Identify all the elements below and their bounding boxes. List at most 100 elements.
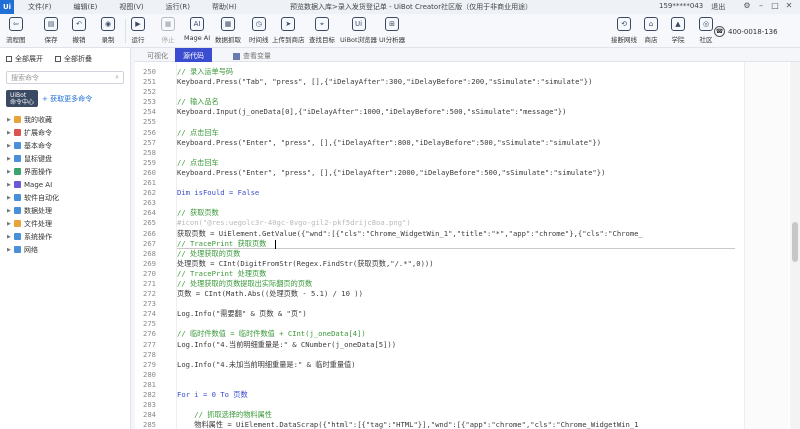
chevron-right-icon[interactable]: ▶ xyxy=(7,195,13,201)
tree-item[interactable]: ▶ 基本命令 xyxy=(0,139,130,152)
tree-item[interactable]: ▶ 扩展命令 xyxy=(0,126,130,139)
store-button[interactable]: ⌂ 商店 xyxy=(644,17,658,44)
code-line[interactable]: 281 xyxy=(135,380,735,390)
scroll-thumb[interactable] xyxy=(792,222,798,262)
save-button[interactable]: ▤ 保存 xyxy=(44,17,58,44)
find-target-button[interactable]: ⌖ 查找目标 xyxy=(309,17,335,44)
code-line[interactable]: 283 xyxy=(135,400,735,410)
code-line[interactable]: 261 xyxy=(135,178,735,188)
menu-view[interactable]: 视图(V) xyxy=(119,2,143,12)
chevron-right-icon[interactable]: ▶ xyxy=(7,247,13,253)
undo-button[interactable]: ↶ 撤销 xyxy=(72,17,86,44)
code-line[interactable]: 257 Keyboard.Press("Enter", "press", [],{… xyxy=(135,138,735,148)
code-line[interactable]: 263 xyxy=(135,198,735,208)
minimize-icon[interactable]: – xyxy=(754,1,768,10)
code-line[interactable]: 279 Log.Info("4.未加当前明细重量是:" & 临时重量值) xyxy=(135,360,735,370)
user-id[interactable]: 159*****043 xyxy=(659,2,703,12)
code-editor[interactable]: 250 // 录入运单号码 251 Keyboard.Press("Tab", "pr… xyxy=(135,62,800,429)
logout-link[interactable]: 退出 xyxy=(711,2,725,12)
code-line[interactable]: 252 xyxy=(135,87,735,97)
code-line[interactable]: 275 xyxy=(135,319,735,329)
tree-item[interactable]: ▶ 界面操作 xyxy=(0,165,130,178)
tab-visual[interactable]: 可视化 xyxy=(147,51,168,61)
command-center-button[interactable]: UiBot 命令中心 xyxy=(6,90,39,107)
tree-item[interactable]: ▶ 文件处理 xyxy=(0,217,130,230)
search-input[interactable]: 搜索命令 ⌕ xyxy=(6,71,124,84)
code-line[interactable]: 260 Keyboard.Press("Enter", "press", [],{… xyxy=(135,168,735,178)
chevron-right-icon[interactable]: ▶ xyxy=(7,156,13,162)
community-button[interactable]: ◎ 社区 xyxy=(699,17,713,44)
code-line[interactable]: 282 For i = 0 To 页数 xyxy=(135,390,735,400)
code-line[interactable]: 264 // 获取页数 xyxy=(135,208,735,218)
tab-source[interactable]: 源代码 xyxy=(175,48,212,62)
vertical-scrollbar[interactable] xyxy=(790,62,800,429)
chevron-right-icon[interactable]: ▶ xyxy=(7,130,13,136)
code-line[interactable]: 268 // 处理获取的页数 xyxy=(135,249,735,259)
tree-item[interactable]: ▶ Mage AI xyxy=(0,178,130,191)
code-line[interactable]: 269 处理页数 = CInt(DigitFromStr(Regex.FindSt… xyxy=(135,259,735,269)
get-more-commands-link[interactable]: + 获取更多命令 xyxy=(42,94,92,104)
code-line[interactable]: 251 Keyboard.Press("Tab", "press", [],{"i… xyxy=(135,77,735,87)
tree-item[interactable]: ▶ 鼠标键盘 xyxy=(0,152,130,165)
chevron-right-icon[interactable]: ▶ xyxy=(7,234,13,240)
code-line[interactable]: 258 xyxy=(135,148,735,158)
code-line[interactable]: 273 xyxy=(135,299,735,309)
chevron-right-icon[interactable]: ▶ xyxy=(7,117,13,123)
code-line[interactable]: 253 // 输入品名 xyxy=(135,97,735,107)
expand-all-button[interactable]: 全部展开 xyxy=(6,54,43,64)
menu-run[interactable]: 运行(R) xyxy=(166,2,190,12)
menu-edit[interactable]: 编辑(E) xyxy=(74,2,98,12)
collapse-all-button[interactable]: 全部折叠 xyxy=(55,54,92,64)
tree-item[interactable]: ▶ 我的收藏 xyxy=(0,113,130,126)
chevron-right-icon[interactable]: ▶ xyxy=(7,182,13,188)
tree-item[interactable]: ▶ 数据处理 xyxy=(0,204,130,217)
record-button[interactable]: ◉ 录制 xyxy=(101,17,115,44)
code-line[interactable]: 262 Dim isFould = False xyxy=(135,188,735,198)
minimap[interactable] xyxy=(744,62,788,429)
mage-ai-button[interactable]: AI Mage AI xyxy=(184,17,210,42)
data-scrape-button[interactable]: ▦ 数据抓取 xyxy=(215,17,241,44)
code-line[interactable]: 254 Keyboard.Input(j_oneData[0],{"iDelayA… xyxy=(135,107,735,117)
code-lines[interactable]: 250 // 录入运单号码 251 Keyboard.Press("Tab", "pr… xyxy=(135,67,735,429)
settings-icon[interactable]: ⚙ xyxy=(740,1,754,10)
tab-variables[interactable]: 查看变量 xyxy=(243,51,271,61)
code-line[interactable]: 259 // 点击回车 xyxy=(135,158,735,168)
code-line[interactable]: 266 获取页数 = UiElement.GetValue({"wnd":[{"c… xyxy=(135,229,735,239)
maximize-icon[interactable]: □ xyxy=(768,1,782,10)
tree-item[interactable]: ▶ 系统操作 xyxy=(0,230,130,243)
code-line[interactable]: 280 xyxy=(135,370,735,380)
code-line[interactable]: 278 xyxy=(135,350,735,360)
code-line[interactable]: 271 // 处理获取的页数提取出实际翻页的页数 xyxy=(135,279,735,289)
code-line[interactable]: 255 xyxy=(135,117,735,127)
uibot-browser-button[interactable]: Ui UiBot浏览器 xyxy=(340,17,377,44)
code-line[interactable]: 285 物料属性 = UiElement.DataScrap({"html":[… xyxy=(135,420,735,429)
upload-store-button[interactable]: ➤ 上传到商店 xyxy=(272,17,305,44)
academy-button[interactable]: ▲ 学院 xyxy=(671,17,685,44)
network-button[interactable]: ⟲ 接断网线 xyxy=(611,17,637,44)
code-line[interactable]: 274 Log.Info("需要翻" & 页数 & "页") xyxy=(135,309,735,319)
chevron-right-icon[interactable]: ▶ xyxy=(7,143,13,149)
chevron-right-icon[interactable]: ▶ xyxy=(7,221,13,227)
tree-item[interactable]: ▶ 软件自动化 xyxy=(0,191,130,204)
code-line[interactable]: 276 // 临时件数值 = 临时件数值 + CInt(j_oneData[4]) xyxy=(135,329,735,339)
code-line[interactable]: 272 页数 = CInt(Math.Abs((处理页数 - 5.1) / 10 … xyxy=(135,289,735,299)
tree-item[interactable]: ▶ 网络 xyxy=(0,243,130,256)
code-line[interactable]: 284 // 抓取选择的物料属性 xyxy=(135,410,735,420)
stop-button[interactable]: ■ 停止 xyxy=(161,17,175,44)
run-button[interactable]: ▶ 运行 xyxy=(131,17,145,44)
chevron-right-icon[interactable]: ▶ xyxy=(7,169,13,175)
menu-file[interactable]: 文件(F) xyxy=(28,2,52,12)
code-line[interactable]: 267// TracePrint 获取页数 xyxy=(135,239,735,249)
code-line[interactable]: 250 // 录入运单号码 xyxy=(135,67,735,77)
flowchart-button[interactable]: ⇦ 流程图 xyxy=(6,17,26,44)
code-line[interactable]: 265 #icon("@res:uegolc3r-40gc-8vgo-gil2-p… xyxy=(135,218,735,228)
chevron-right-icon[interactable]: ▶ xyxy=(7,208,13,214)
ui-analyzer-button[interactable]: ⊞ UI分析器 xyxy=(379,17,405,44)
timeline-button[interactable]: ◷ 时间线 xyxy=(249,17,269,44)
code-line[interactable]: 277 Log.Info("4.当前明细重量是:" & CNumber(j_one… xyxy=(135,340,735,350)
menu-help[interactable]: 帮助(H) xyxy=(212,2,237,12)
search-icon[interactable]: ⌕ xyxy=(115,73,119,82)
close-icon[interactable]: ✕ xyxy=(782,1,796,10)
code-line[interactable]: 270 // TracePrint 处理页数 xyxy=(135,269,735,279)
code-line[interactable]: 256 // 点击回车 xyxy=(135,128,735,138)
